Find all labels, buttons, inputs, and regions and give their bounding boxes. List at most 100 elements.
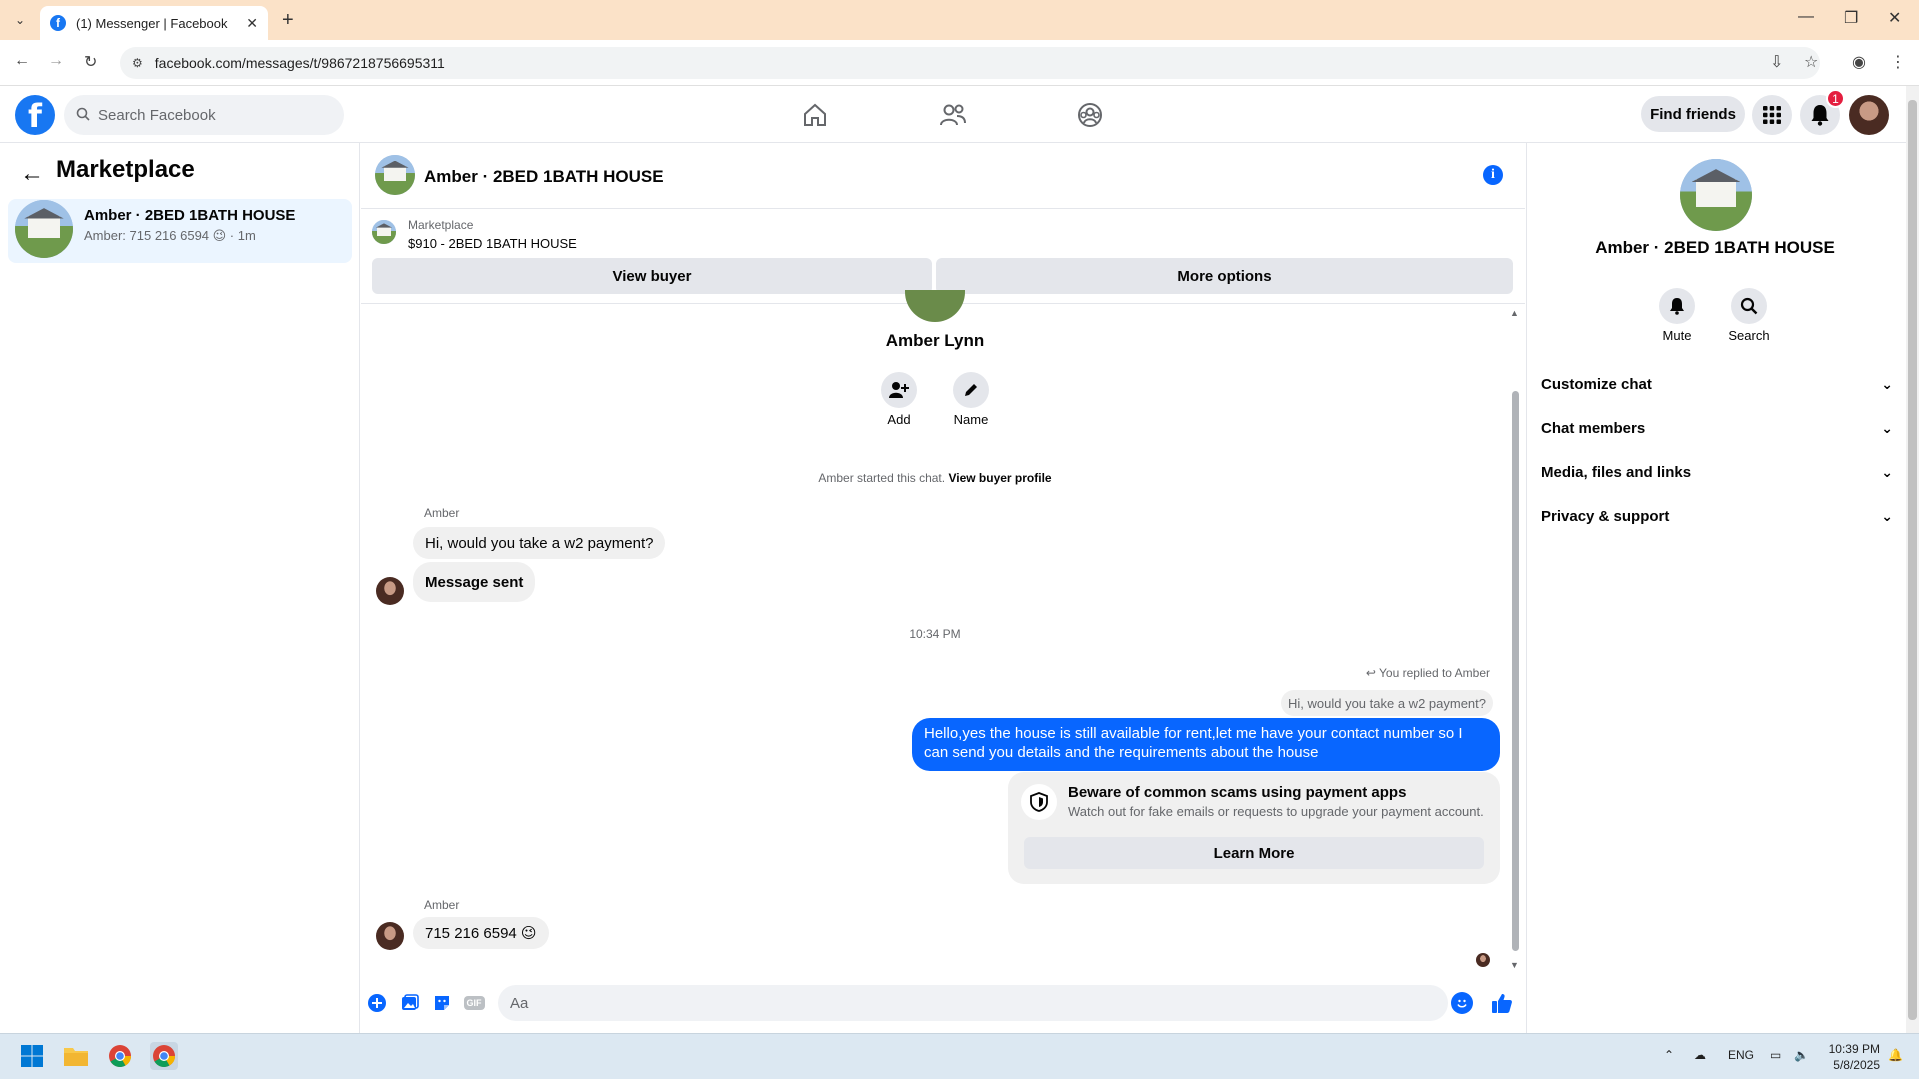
conversation-thumbnail [15,200,73,258]
close-window-icon[interactable]: ✕ [1888,8,1901,28]
chrome-icon[interactable] [106,1042,134,1070]
profile-photo [905,290,965,322]
minimize-icon[interactable]: — [1798,8,1814,26]
seen-avatar [1476,953,1490,967]
add-label: Add [887,412,911,427]
language-indicator[interactable]: ENG [1728,1048,1754,1062]
facebook-logo-icon[interactable]: f [15,95,55,135]
mute-bell-icon[interactable] [1659,288,1695,324]
windows-taskbar [0,1033,1919,1079]
chat-started-note: Amber started this chat. View buyer prof… [700,471,1170,485]
tab-list-icon[interactable]: ⌄ [10,10,30,30]
conversation-title: Amber · 2BED 1BATH HOUSE [84,207,296,224]
marketplace-label: Marketplace [408,218,474,232]
thumbs-up-icon[interactable] [1489,990,1515,1016]
find-friends-button[interactable]: Find friends [1641,96,1745,132]
back-icon[interactable]: ← [14,52,30,70]
tray-chevron-up-icon[interactable]: ⌃ [1664,1048,1674,1062]
conversation-preview: Amber: 715 216 6594 😉 · 1m [84,228,256,243]
section-label: Privacy & support [1541,507,1670,525]
chrome-active-icon[interactable] [150,1042,178,1070]
back-arrow-icon[interactable]: ← [20,160,44,188]
incoming-message[interactable]: Message sent [413,562,536,602]
profile-name: Amber Lynn [885,331,985,350]
site-info-icon[interactable]: ⚙ [132,56,143,70]
url-bar[interactable]: ⚙ facebook.com/messages/t/98672187566953… [120,47,1820,79]
warning-title: Beware of common scams using payment app… [1068,784,1407,801]
clock-time: 10:39 PM [1828,1042,1880,1056]
tab-title: (1) Messenger | Facebook [76,15,228,31]
scroll-up-icon[interactable]: ▲ [1510,308,1519,318]
clock[interactable]: 10:39 PM 5/8/2025 [1820,1041,1880,1073]
edit-name-icon[interactable] [953,372,989,408]
emoji-icon[interactable] [1451,992,1473,1014]
section-label: Media, files and links [1541,463,1692,481]
gif-icon[interactable]: GIF [463,992,485,1014]
friends-icon[interactable] [937,100,969,130]
clock-date: 5/8/2025 [1833,1058,1880,1072]
warning-subtitle: Watch out for fake emails or requests to… [1068,804,1484,819]
maximize-icon[interactable]: ❐ [1844,8,1858,28]
privacy-support-section[interactable]: Privacy & support ⌄ [1541,498,1893,534]
listing-title[interactable]: $910 - 2BED 1BATH HOUSE [408,236,577,251]
outgoing-message[interactable]: Hello,yes the house is still available f… [912,718,1500,771]
groups-icon[interactable] [1074,100,1106,130]
browser-tab[interactable]: f (1) Messenger | Facebook ✕ [40,6,268,40]
notification-center-icon[interactable]: 🔔 [1888,1048,1903,1062]
message-input[interactable] [510,994,1390,1012]
chat-members-section[interactable]: Chat members ⌄ [1541,410,1893,446]
search-in-chat-icon[interactable] [1731,288,1767,324]
search-input[interactable] [98,106,318,124]
volume-icon[interactable]: 🔈 [1794,1048,1809,1062]
url-text: facebook.com/messages/t/9867218756695311 [154,55,445,71]
file-explorer-icon[interactable] [62,1042,90,1070]
incoming-message[interactable]: 715 216 6594 😉 [413,917,549,949]
incoming-message[interactable]: Hi, would you take a w2 payment? [413,527,666,559]
scroll-down-icon[interactable]: ▼ [1510,960,1519,970]
more-actions-plus-icon[interactable] [366,992,388,1014]
view-buyer-button[interactable]: View buyer [372,258,932,294]
quoted-message[interactable]: Hi, would you take a w2 payment? [1281,690,1493,716]
reload-icon[interactable]: ↻ [84,52,97,72]
forward-icon[interactable]: → [48,52,64,70]
onedrive-icon[interactable]: ☁ [1694,1048,1706,1062]
chat-scrollbar-thumb[interactable] [1512,391,1519,951]
facebook-favicon-icon: f [50,15,66,31]
close-tab-icon[interactable]: ✕ [246,15,258,32]
menu-grid-icon[interactable] [1752,95,1792,135]
chevron-down-icon: ⌄ [1881,375,1893,392]
sticker-icon[interactable] [431,992,453,1014]
name-label: Name [953,412,989,427]
chat-header-title[interactable]: Amber · 2BED 1BATH HOUSE [424,167,664,187]
account-avatar[interactable] [1849,95,1889,135]
shield-icon [1021,784,1057,820]
facebook-search[interactable] [64,95,344,135]
network-icon[interactable]: ▭ [1770,1048,1781,1062]
install-icon[interactable]: ⇩ [1770,52,1783,72]
sender-avatar[interactable] [376,922,404,950]
media-files-links-section[interactable]: Media, files and links ⌄ [1541,454,1893,490]
info-icon[interactable]: i [1483,165,1503,185]
learn-more-button[interactable]: Learn More [1024,837,1484,869]
search-label: Search [1728,328,1770,343]
marketplace-conversation-list [0,143,360,1033]
page-scrollbar-thumb[interactable] [1908,100,1917,1020]
add-person-icon[interactable] [881,372,917,408]
windows-start-icon[interactable] [18,1042,46,1070]
sender-avatar[interactable] [376,577,404,605]
view-buyer-profile-link[interactable]: View buyer profile [948,471,1051,485]
new-tab-icon[interactable]: + [282,9,294,32]
chevron-down-icon: ⌄ [1881,463,1893,480]
bookmark-star-icon[interactable]: ☆ [1804,52,1818,72]
chat-header-thumbnail[interactable] [375,155,415,195]
message-composer[interactable] [498,985,1448,1021]
home-icon[interactable] [799,100,831,130]
more-options-button[interactable]: More options [936,258,1513,294]
notification-count-badge: 1 [1826,89,1845,108]
chevron-down-icon: ⌄ [1881,419,1893,436]
profile-icon[interactable]: ◉ [1852,52,1866,72]
chat-details-panel [1526,143,1906,1033]
attach-photo-icon[interactable] [399,992,421,1014]
menu-kebab-icon[interactable]: ⋮ [1890,52,1906,72]
customize-chat-section[interactable]: Customize chat ⌄ [1541,366,1893,402]
